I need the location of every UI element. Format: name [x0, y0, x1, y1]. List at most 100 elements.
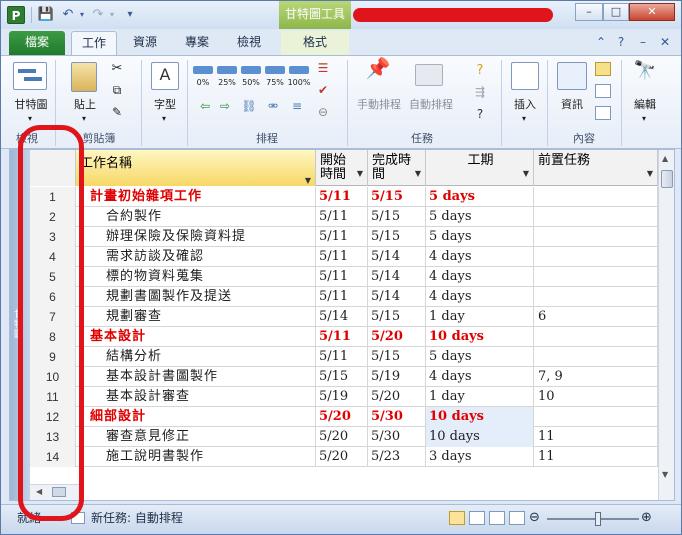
duration-cell[interactable]: 10 days [426, 327, 534, 347]
row-id-cell[interactable]: 6 [30, 287, 76, 307]
task-name-cell[interactable]: 細部設計 [76, 407, 316, 427]
chevron-down-icon[interactable]: ▾ [25, 112, 35, 125]
start-cell[interactable]: 5/15 [316, 367, 368, 387]
duration-cell[interactable]: 1 day [426, 387, 534, 407]
table-row[interactable]: 8 基本設計 5/11 5/20 10 days [30, 327, 658, 347]
predecessors-cell[interactable] [534, 187, 658, 207]
task-name-cell[interactable]: 計畫初始雜項工作 [76, 187, 316, 207]
table-row[interactable]: 7 規劃審查 5/14 5/15 1 day 6 [30, 307, 658, 327]
tab-task[interactable]: 工作 [71, 31, 117, 55]
finish-cell[interactable]: 5/30 [368, 407, 426, 427]
table-row[interactable]: 5 標的物資料蒐集 5/11 5/14 4 days [30, 267, 658, 287]
hscroll-thumb[interactable] [52, 487, 66, 497]
ribbon-minimize-icon[interactable]: – [635, 34, 651, 50]
finish-cell[interactable]: 5/14 [368, 247, 426, 267]
task-name-cell[interactable]: 施工說明書製作 [76, 447, 316, 467]
indent-icon[interactable]: ⇨ [217, 100, 233, 113]
duration-cell[interactable]: 5 days [426, 187, 534, 207]
finish-cell[interactable]: 5/19 [368, 367, 426, 387]
paste-button[interactable]: 貼上 [65, 98, 105, 111]
task-name-cell[interactable]: 標的物資料蒐集 [76, 267, 316, 287]
task-name-cell[interactable]: 規劃審查 [76, 307, 316, 327]
task-usage-icon[interactable] [469, 511, 485, 525]
tab-format[interactable]: 格式 [281, 31, 349, 55]
start-cell[interactable]: 5/20 [316, 407, 368, 427]
finish-cell[interactable]: 5/20 [368, 327, 426, 347]
predecessors-cell[interactable] [534, 347, 658, 367]
row-id-cell[interactable]: 9 [30, 347, 76, 367]
duration-cell[interactable]: 5 days [426, 347, 534, 367]
edit-dropdown-icon[interactable]: ▾ [639, 112, 649, 125]
inactivate-icon[interactable]: ⊖ [315, 106, 331, 119]
finish-cell[interactable]: 5/30 [368, 427, 426, 447]
table-row[interactable]: 2 合約製作 5/11 5/15 5 days [30, 207, 658, 227]
row-id-cell[interactable]: 5 [30, 267, 76, 287]
duration-cell[interactable]: 1 day [426, 307, 534, 327]
task-name-cell[interactable]: 合約製作 [76, 207, 316, 227]
row-id-cell[interactable]: 12 [30, 407, 76, 427]
duration-cell[interactable]: 10 days [426, 407, 534, 427]
row-id-cell[interactable]: 2 [30, 207, 76, 227]
mark-on-track-icon[interactable]: ☰ [315, 62, 331, 75]
new-task-mode-icon[interactable] [71, 512, 85, 524]
notes-icon[interactable] [595, 62, 611, 76]
start-cell[interactable]: 5/20 [316, 447, 368, 467]
outdent-icon[interactable]: ⇦ [197, 100, 213, 113]
finish-cell[interactable]: 5/14 [368, 287, 426, 307]
start-cell[interactable]: 5/11 [316, 187, 368, 207]
tab-view[interactable]: 檢視 [229, 31, 269, 55]
task-name-cell[interactable]: 基本設計書圖製作 [76, 367, 316, 387]
predecessors-cell[interactable] [534, 267, 658, 287]
start-cell[interactable]: 5/11 [316, 247, 368, 267]
scroll-thumb[interactable] [661, 170, 673, 188]
table-row[interactable]: 6 規劃書圖製作及提送 5/11 5/14 4 days [30, 287, 658, 307]
unlink-icon[interactable]: ⚮ [265, 100, 281, 113]
tab-resource[interactable]: 資源 [125, 31, 165, 55]
scroll-left-icon[interactable]: ◀ [36, 487, 42, 496]
predecessors-cell[interactable]: 11 [534, 447, 658, 467]
row-id-cell[interactable]: 14 [30, 447, 76, 467]
minimize-ribbon-icon[interactable]: ⌃ [593, 34, 609, 50]
column-header-finish[interactable]: 完成時間 ▼ [368, 150, 426, 186]
percent-100-icon[interactable] [289, 66, 309, 74]
predecessors-cell[interactable] [534, 327, 658, 347]
percent-50-icon[interactable] [241, 66, 261, 74]
status-new-tasks[interactable]: 新任務: 自動排程 [91, 505, 183, 531]
task-name-cell[interactable]: 規劃書圖製作及提送 [76, 287, 316, 307]
percent-25-icon[interactable] [217, 66, 237, 74]
percent-75-icon[interactable] [265, 66, 285, 74]
app-icon[interactable]: P [7, 6, 25, 24]
predecessors-cell[interactable]: 11 [534, 427, 658, 447]
predecessors-cell[interactable] [534, 207, 658, 227]
row-id-cell[interactable]: 7 [30, 307, 76, 327]
column-header-start[interactable]: 開始時間 ▼ [316, 150, 368, 186]
start-cell[interactable]: 5/19 [316, 387, 368, 407]
tab-file[interactable]: 檔案 [9, 31, 65, 55]
task-name-cell[interactable]: 審查意見修正 [76, 427, 316, 447]
finish-cell[interactable]: 5/15 [368, 347, 426, 367]
table-row[interactable]: 13 審查意見修正 5/20 5/30 10 days 11 [30, 427, 658, 447]
format-painter-icon[interactable]: ✎ [109, 106, 125, 119]
select-all-corner[interactable] [30, 150, 76, 186]
table-row[interactable]: 3 辦理保險及保險資料提 5/11 5/15 5 days [30, 227, 658, 247]
vertical-scrollbar[interactable]: ▲ ▼ [658, 150, 674, 500]
predecessors-cell[interactable]: 7, 9 [534, 367, 658, 387]
row-id-cell[interactable]: 10 [30, 367, 76, 387]
row-id-cell[interactable]: 13 [30, 427, 76, 447]
chevron-down-icon[interactable]: ▼ [647, 167, 653, 181]
scroll-up-icon[interactable]: ▲ [662, 154, 668, 163]
finish-cell[interactable]: 5/20 [368, 387, 426, 407]
horizontal-scrollbar[interactable]: ◀ [30, 484, 80, 500]
move-icon[interactable]: ⇶ [469, 86, 491, 99]
insert-dropdown-icon[interactable]: ▾ [519, 112, 529, 125]
zoom-in-icon[interactable]: ⊕ [641, 505, 652, 531]
predecessors-cell[interactable] [534, 227, 658, 247]
details-icon[interactable] [595, 84, 611, 98]
start-cell[interactable]: 5/11 [316, 287, 368, 307]
start-cell[interactable]: 5/11 [316, 327, 368, 347]
gantt-button[interactable]: 甘特圖 [9, 98, 53, 111]
redo-dropdown-icon[interactable]: ▾ [103, 6, 121, 24]
finish-cell[interactable]: 5/15 [368, 187, 426, 207]
paste-dropdown-icon[interactable]: ▾ [79, 112, 89, 125]
save-icon[interactable]: 💾 [37, 6, 55, 24]
